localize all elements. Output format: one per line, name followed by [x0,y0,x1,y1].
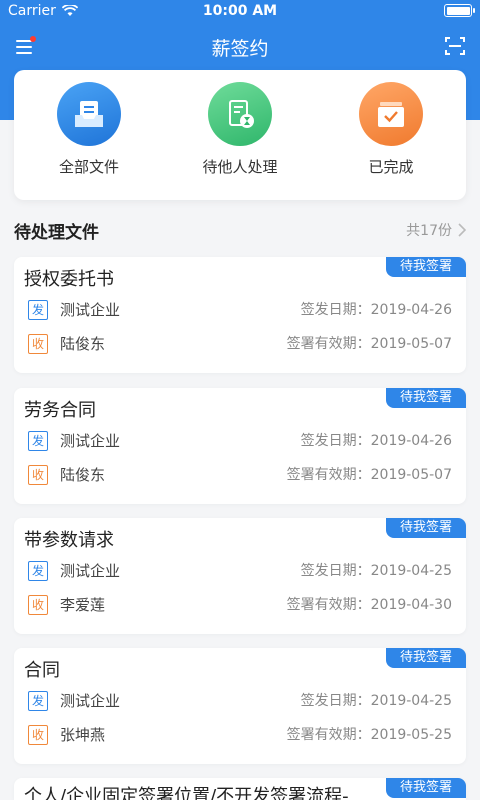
pending-section-header: 待处理文件 共17份 [14,216,466,244]
expire-date: 签署有效期：2019-04-30 [286,597,452,613]
receiver-tag: 收 [28,465,48,485]
document-card[interactable]: 劳务合同 待我签署 发 测试企业 签发日期：2019-04-26 收 陆俊东 签… [14,388,466,504]
expire-date: 签署有效期：2019-05-07 [286,467,452,483]
document-count: 共17份 [406,223,452,239]
issue-date: 签发日期：2019-04-25 [300,693,452,709]
sender-name: 测试企业 [60,562,121,580]
sender-row: 发 测试企业 签发日期：2019-04-25 [28,561,452,581]
receiver-row: 收 张坤燕 签署有效期：2019-05-25 [28,725,452,745]
page-title: 薪签约 [211,38,269,60]
document-card[interactable]: 带参数请求 待我签署 发 测试企业 签发日期：2019-04-25 收 李爱莲 … [14,518,466,634]
receiver-name: 张坤燕 [60,726,106,744]
document-title: 个人/企业固定签署位置/不开发签署流程- [24,786,349,800]
sender-row: 发 测试企业 签发日期：2019-04-26 [28,431,452,451]
quick-action-label: 全部文件 [58,158,119,176]
receiver-tag: 收 [28,595,48,615]
clock: 10:00 AM [202,3,278,19]
document-title: 合同 [24,660,60,681]
receiver-row: 收 李爱莲 签署有效期：2019-04-30 [28,595,452,615]
sender-name: 测试企业 [60,692,121,710]
receiver-tag: 收 [28,725,48,745]
sender-row: 发 测试企业 签发日期：2019-04-25 [28,691,452,711]
receiver-row: 收 陆俊东 签署有效期：2019-05-07 [28,334,452,354]
quick-action-completed[interactable]: 已完成 [316,82,466,177]
issue-date: 签发日期：2019-04-25 [300,563,452,579]
document-title: 带参数请求 [24,530,114,551]
receiver-row: 收 陆俊东 签署有效期：2019-05-07 [28,465,452,485]
status-badge: 待我签署 [386,778,466,798]
status-badge: 待我签署 [386,388,466,408]
hourglass-document-icon [208,82,272,146]
quick-action-all-files[interactable]: 全部文件 [14,82,164,177]
sender-name: 测试企业 [60,432,121,450]
expire-date: 签署有效期：2019-05-25 [286,727,452,743]
status-badge: 待我签署 [386,518,466,538]
document-tray-icon [57,82,121,146]
receiver-name: 李爱莲 [60,596,106,614]
issue-date: 签发日期：2019-04-26 [300,433,452,449]
quick-action-label: 待他人处理 [202,158,278,176]
sender-tag: 发 [28,431,48,451]
document-card[interactable]: 合同 待我签署 发 测试企业 签发日期：2019-04-25 收 张坤燕 签署有… [14,648,466,764]
quick-action-label: 已完成 [368,158,414,176]
status-badge: 待我签署 [386,257,466,277]
chevron-right-icon [458,223,466,237]
scan-icon[interactable] [444,36,466,56]
sender-tag: 发 [28,300,48,320]
document-card[interactable]: 授权委托书 待我签署 发 测试企业 签发日期：2019-04-26 收 陆俊东 … [14,257,466,373]
sender-name: 测试企业 [60,301,121,319]
expire-date: 签署有效期：2019-05-07 [286,336,452,352]
status-bar: Carrier 10:00 AM [0,0,480,22]
document-count-link[interactable]: 共17份 [406,220,466,240]
sender-tag: 发 [28,691,48,711]
document-card[interactable]: 个人/企业固定签署位置/不开发签署流程- 待我签署 [14,778,466,800]
issue-date: 签发日期：2019-04-26 [300,302,452,318]
receiver-name: 陆俊东 [60,335,106,353]
status-badge: 待我签署 [386,648,466,668]
document-title: 授权委托书 [24,269,114,290]
sender-row: 发 测试企业 签发日期：2019-04-26 [28,300,452,320]
battery-icon [444,4,475,17]
receiver-tag: 收 [28,334,48,354]
receiver-name: 陆俊东 [60,466,106,484]
section-title: 待处理文件 [14,223,99,243]
quick-actions-card: 全部文件 待他人处理 已完成 [14,70,466,200]
document-title: 劳务合同 [24,400,96,421]
sender-tag: 发 [28,561,48,581]
nav-bar: 薪签约 [0,22,480,70]
quick-action-pending-others[interactable]: 待他人处理 [165,82,315,177]
completed-box-icon [359,82,423,146]
